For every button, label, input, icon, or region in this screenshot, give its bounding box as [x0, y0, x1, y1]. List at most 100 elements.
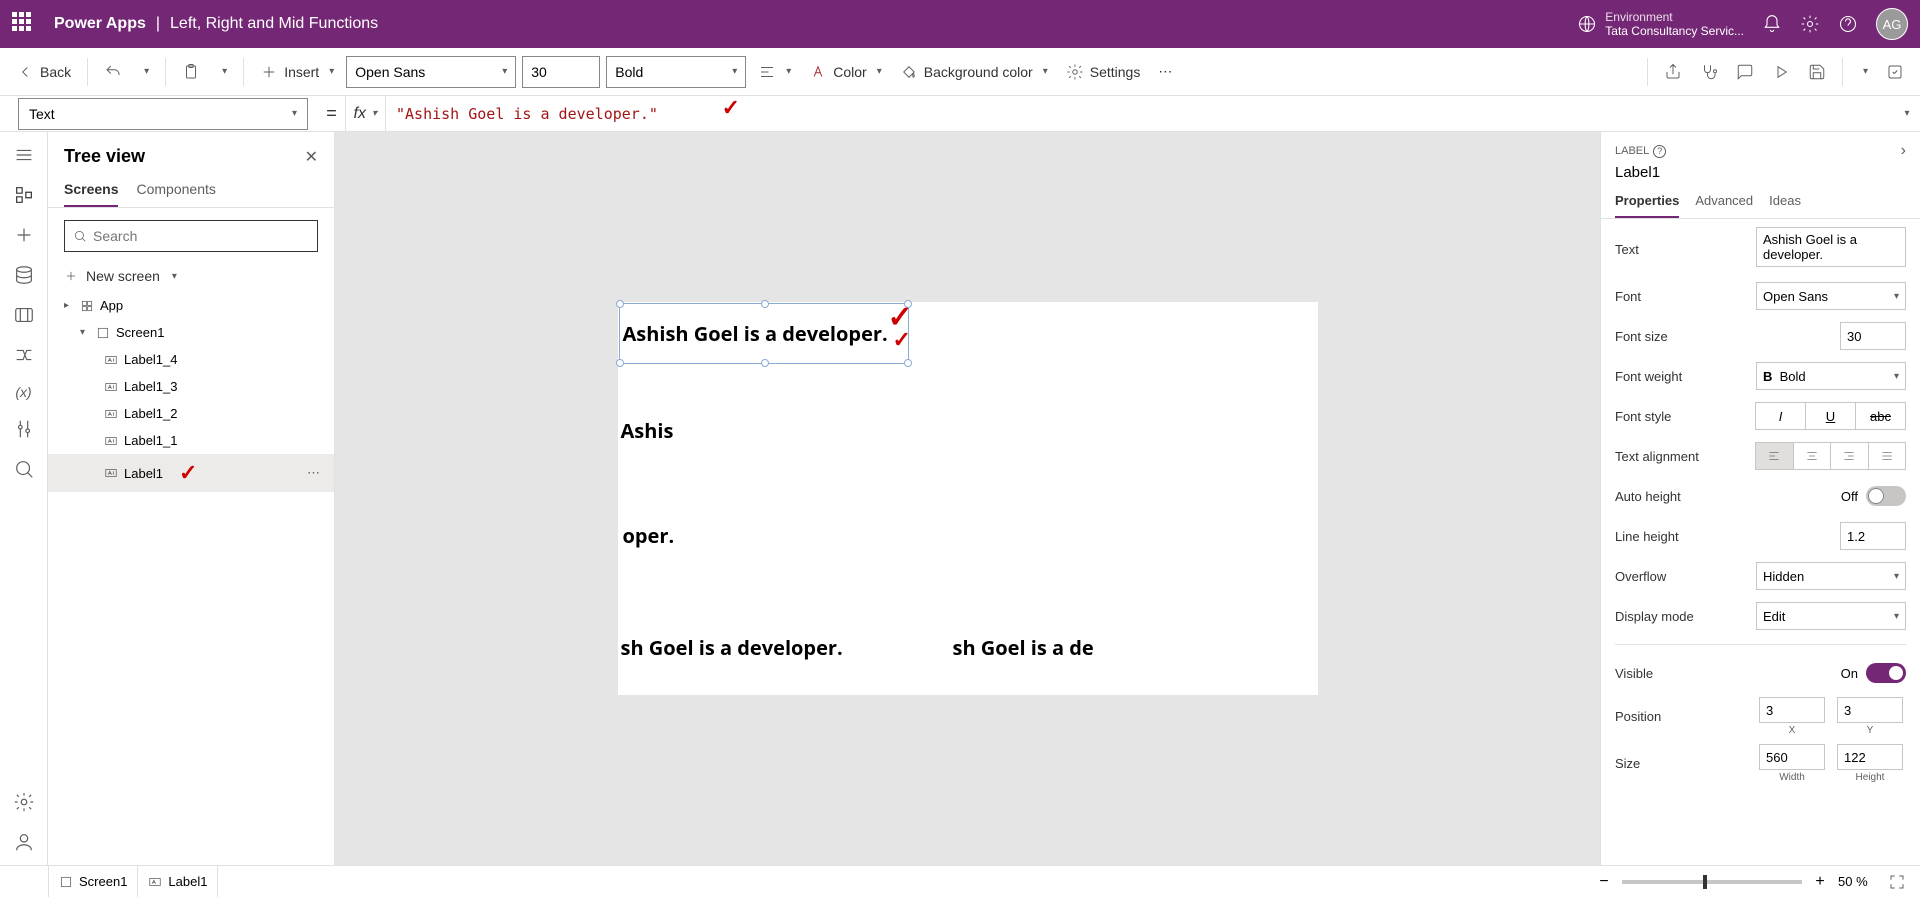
prop-height-input[interactable] — [1837, 744, 1903, 770]
tab-properties[interactable]: Properties — [1615, 187, 1679, 218]
canvas-label4[interactable]: sh Goel is a developer. — [621, 634, 843, 661]
prop-text-input[interactable] — [1756, 227, 1906, 267]
prop-align-group — [1756, 442, 1906, 470]
clipboard-icon — [182, 63, 200, 81]
data-icon[interactable] — [13, 264, 35, 286]
property-selector[interactable]: Text▾ — [18, 98, 308, 130]
prop-fontweight-select[interactable]: B Bold▾ — [1756, 362, 1906, 390]
tree-item-label1[interactable]: Label1✓⋯ — [48, 454, 334, 492]
tree-item-label13[interactable]: Label1_3 — [48, 373, 334, 400]
undo-dropdown[interactable]: ▾ — [134, 62, 155, 81]
preview-button[interactable] — [1766, 59, 1796, 85]
align-left-button[interactable] — [1755, 442, 1794, 470]
chevron-right-icon[interactable]: › — [1901, 142, 1906, 160]
user-avatar[interactable]: AG — [1876, 8, 1908, 40]
tab-screens[interactable]: Screens — [64, 175, 118, 207]
zoom-slider[interactable] — [1622, 880, 1802, 884]
prop-font-select[interactable]: Open Sans▾ — [1756, 282, 1906, 310]
strike-button[interactable]: abc — [1855, 402, 1906, 430]
formula-input[interactable]: "Ashish Goel is a developer." — [386, 105, 1872, 123]
canvas-area[interactable]: ✓ ✓ Ashish Goel is a developer. Ashis op… — [335, 132, 1600, 865]
paste-button[interactable] — [176, 59, 206, 85]
ask-icon[interactable] — [13, 831, 35, 853]
screen-canvas[interactable]: ✓ ✓ Ashish Goel is a developer. Ashis op… — [618, 302, 1318, 695]
gear-icon[interactable] — [1800, 14, 1820, 34]
tree-search[interactable] — [64, 220, 318, 252]
control-type-label: LABEL? — [1615, 145, 1666, 158]
prop-x-input[interactable] — [1759, 697, 1825, 723]
canvas-label2[interactable]: Ashis — [621, 417, 674, 444]
save-button[interactable] — [1802, 59, 1832, 85]
italic-button[interactable]: I — [1755, 402, 1806, 430]
bgcolor-button[interactable]: Background color▾ — [894, 59, 1054, 85]
search-icon[interactable] — [13, 458, 35, 480]
formula-bar: Text▾ = fx▾ "Ashish Goel is a developer.… — [0, 96, 1920, 132]
search-input[interactable] — [93, 228, 309, 244]
more-icon[interactable]: ⋯ — [307, 465, 320, 481]
align-button[interactable]: ▾ — [752, 59, 797, 85]
canvas-label5[interactable]: sh Goel is a de — [953, 634, 1094, 661]
font-dropdown[interactable]: Open Sans▾ — [346, 56, 516, 88]
tools-icon[interactable] — [13, 418, 35, 440]
fontsize-input[interactable]: 30 — [522, 56, 600, 88]
canvas-label3[interactable]: oper. — [623, 522, 675, 549]
align-center-button[interactable] — [1793, 442, 1832, 470]
prop-visible-toggle[interactable] — [1866, 663, 1906, 683]
tree-item-label14[interactable]: Label1_4 — [48, 346, 334, 373]
publish-dropdown[interactable]: ▾ — [1853, 62, 1874, 81]
prop-fontsize-input[interactable] — [1840, 322, 1906, 350]
publish-button[interactable] — [1880, 59, 1910, 85]
tab-ideas[interactable]: Ideas — [1769, 187, 1801, 218]
hamburger-icon[interactable] — [13, 144, 35, 166]
prop-overflow-select[interactable]: Hidden▾ — [1756, 562, 1906, 590]
waffle-icon[interactable] — [12, 12, 36, 36]
save-icon — [1808, 63, 1826, 81]
breadcrumb-label[interactable]: Label1 — [138, 866, 218, 897]
more-button[interactable]: ⋯ — [1152, 59, 1178, 84]
tree-item-screen1[interactable]: ▾Screen1 — [48, 319, 334, 346]
prop-displaymode-select[interactable]: Edit▾ — [1756, 602, 1906, 630]
comments-button[interactable] — [1730, 59, 1760, 85]
undo-button[interactable] — [98, 59, 128, 85]
breadcrumb-screen[interactable]: Screen1 — [48, 866, 138, 897]
insert-icon[interactable] — [13, 224, 35, 246]
help-icon[interactable] — [1838, 14, 1858, 34]
zoom-in-button[interactable]: + — [1812, 874, 1828, 890]
bucket-icon — [900, 63, 918, 81]
prop-width-input[interactable] — [1759, 744, 1825, 770]
align-justify-button[interactable] — [1868, 442, 1907, 470]
media-icon[interactable] — [13, 304, 35, 326]
tree-item-label12[interactable]: Label1_2 — [48, 400, 334, 427]
close-icon[interactable]: ✕ — [305, 147, 318, 167]
share-button[interactable] — [1658, 59, 1688, 85]
tab-components[interactable]: Components — [136, 175, 215, 207]
tree-item-app[interactable]: ▸App — [48, 292, 334, 319]
variables-icon[interactable]: (x) — [15, 384, 31, 400]
new-screen-button[interactable]: New screen▾ — [48, 264, 334, 292]
zoom-out-button[interactable]: − — [1596, 874, 1612, 890]
fit-icon[interactable] — [1888, 873, 1906, 891]
formula-expand[interactable]: ▾ — [1890, 108, 1920, 119]
settings-icon[interactable] — [13, 791, 35, 813]
tree-view-icon[interactable] — [13, 184, 35, 206]
bell-icon[interactable] — [1762, 14, 1782, 34]
prop-autoheight-toggle[interactable] — [1866, 486, 1906, 506]
prop-lineheight-input[interactable] — [1840, 522, 1906, 550]
insert-button[interactable]: Insert▾ — [254, 59, 340, 85]
align-right-button[interactable] — [1830, 442, 1869, 470]
back-button[interactable]: Back — [10, 59, 77, 85]
tree-item-label11[interactable]: Label1_1 — [48, 427, 334, 454]
fx-button[interactable]: fx▾ — [345, 96, 386, 131]
fontweight-dropdown[interactable]: Bold▾ — [606, 56, 746, 88]
underline-button[interactable]: U — [1805, 402, 1856, 430]
canvas-label1[interactable]: Ashish Goel is a developer. — [623, 320, 888, 347]
checker-button[interactable] — [1694, 59, 1724, 85]
control-name[interactable]: Label1 — [1615, 164, 1906, 181]
environment-picker[interactable]: Environment Tata Consultancy Servic... — [1577, 10, 1744, 39]
paste-dropdown[interactable]: ▾ — [212, 62, 233, 81]
settings-button[interactable]: Settings — [1060, 59, 1147, 85]
tab-advanced[interactable]: Advanced — [1695, 187, 1753, 218]
flows-icon[interactable] — [13, 344, 35, 366]
prop-y-input[interactable] — [1837, 697, 1903, 723]
color-button[interactable]: Color▾ — [803, 59, 888, 85]
